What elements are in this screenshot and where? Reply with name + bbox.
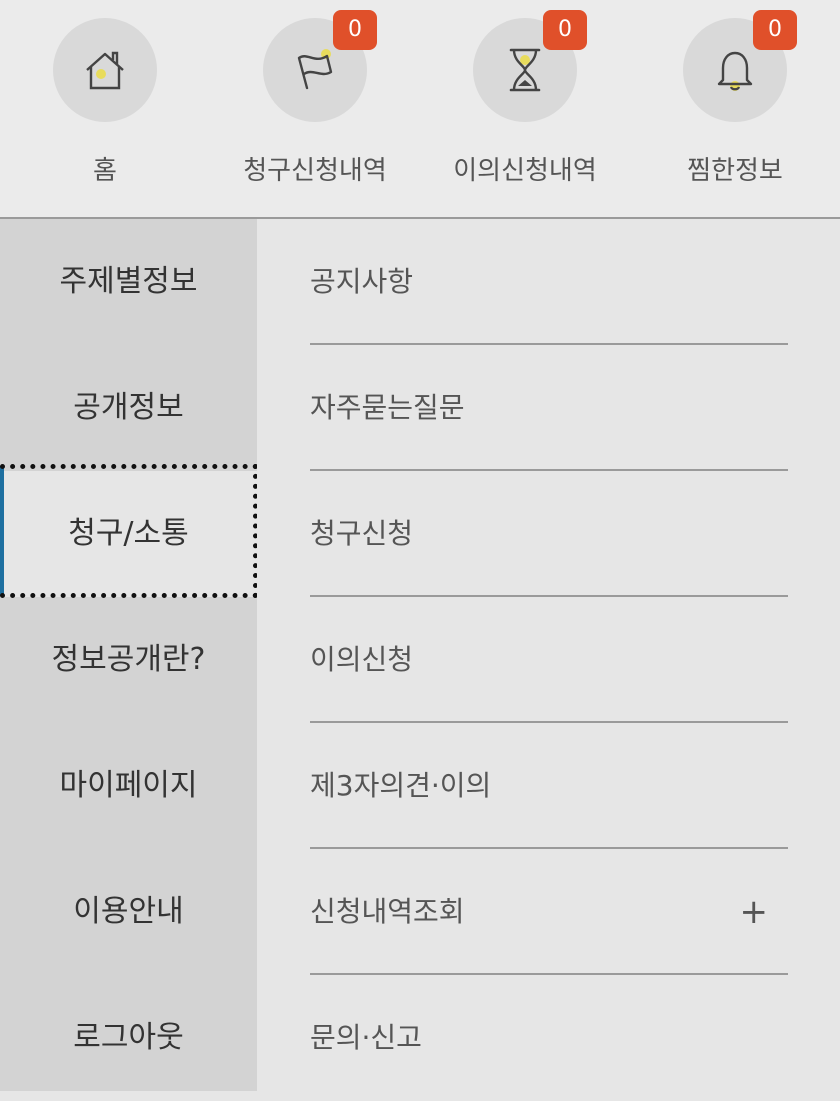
submenu-item-label: 문의·신고 [310,1021,422,1054]
submenu-item-claim-request[interactable]: 청구신청 [310,471,788,597]
quick-menu-bar: 홈 0 청구신청내역 0 이의신청내역 0 찜한정보 [0,0,840,219]
claim-history-badge: 0 [333,10,377,50]
submenu-item-inquiry-report[interactable]: 문의·신고 [310,975,788,1101]
flag-icon [297,49,333,90]
submenu-panel: 공지사항 자주묻는질문 청구신청 이의신청 제3자의견·이의 신청내역조회 + … [257,219,840,1091]
plus-icon[interactable]: + [740,849,769,975]
focus-ring [0,464,258,598]
submenu-item-label: 이의신청 [310,643,414,676]
submenu-item-label: 청구신청 [310,517,414,550]
quick-menu-objection-history[interactable]: 0 이의신청내역 [420,0,630,217]
bell-icon-circle: 0 [683,10,797,122]
submenu-item-history-lookup[interactable]: 신청내역조회 + [310,849,788,975]
quick-menu-objection-history-label: 이의신청내역 [453,156,597,186]
submenu-item-faq[interactable]: 자주묻는질문 [310,345,788,471]
submenu-item-third-party-opinion[interactable]: 제3자의견·이의 [310,723,788,849]
submenu-item-label: 신청내역조회 [310,895,465,928]
quick-menu-bookmarks[interactable]: 0 찜한정보 [630,0,840,217]
quick-menu-home-label: 홈 [93,156,117,186]
submenu-item-objection[interactable]: 이의신청 [310,597,788,723]
bell-icon [717,51,753,91]
quick-menu-bookmarks-label: 찜한정보 [687,156,783,186]
hourglass-icon [509,48,541,92]
category-topic-info[interactable]: 주제별정보 [0,219,257,345]
submenu-item-label: 공지사항 [310,265,414,298]
category-logout[interactable]: 로그아웃 [0,975,257,1101]
submenu-item-label: 제3자의견·이의 [310,769,492,802]
quick-menu-home[interactable]: 홈 [0,0,210,217]
bookmarks-badge: 0 [753,10,797,50]
house-icon [86,51,124,90]
submenu-item-notice[interactable]: 공지사항 [310,219,788,345]
submenu-item-label: 자주묻는질문 [310,391,465,424]
category-menu: 주제별정보 공개정보 청구/소통 정보공개란? 마이페이지 이용안내 로그아웃 [0,219,257,1091]
category-about-disclosure[interactable]: 정보공개란? [0,597,257,723]
flag-icon-circle: 0 [263,10,377,122]
quick-menu-claim-history[interactable]: 0 청구신청내역 [210,0,420,217]
objection-history-badge: 0 [543,10,587,50]
category-usage-guide[interactable]: 이용안내 [0,849,257,975]
quick-menu-claim-history-label: 청구신청내역 [243,156,387,186]
home-icon-circle [53,18,157,122]
category-my-page[interactable]: 마이페이지 [0,723,257,849]
category-public-info[interactable]: 공개정보 [0,345,257,471]
hourglass-icon-circle: 0 [473,10,587,122]
